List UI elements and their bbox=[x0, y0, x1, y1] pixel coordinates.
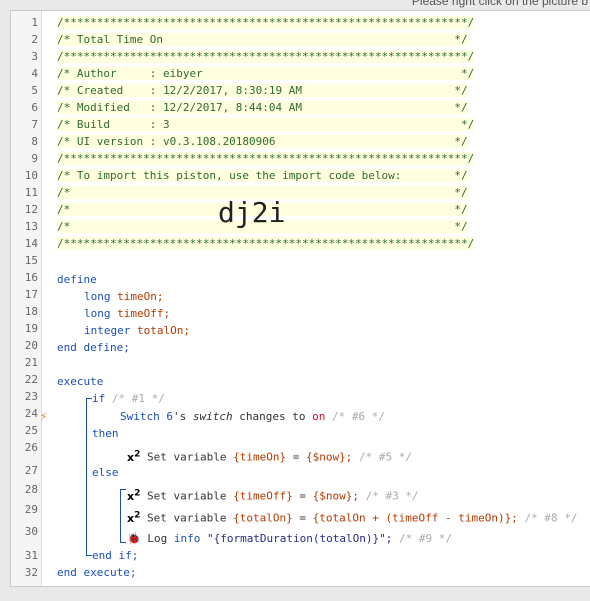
line-number: 16 bbox=[24, 271, 38, 284]
line-number: 20 bbox=[24, 339, 38, 352]
execute-keyword[interactable]: execute bbox=[57, 375, 103, 388]
end-execute-keyword[interactable]: end execute; bbox=[57, 566, 136, 579]
header-stars: /***************************************… bbox=[57, 152, 475, 165]
header-stars: /***************************************… bbox=[57, 237, 475, 250]
header-modified: /* Modified : 12/2/2017, 8:44:04 AM */ bbox=[57, 101, 468, 114]
x2-icon: x2 bbox=[127, 510, 141, 525]
line-number: 28 bbox=[24, 483, 38, 496]
line-number: 6 bbox=[31, 101, 38, 114]
var-decl-timeoff[interactable]: long timeOff; bbox=[84, 307, 170, 320]
line-number: 2 bbox=[31, 33, 38, 46]
line-number: 23 bbox=[24, 390, 38, 403]
line-number: 30 bbox=[24, 525, 38, 538]
line-number: 1 bbox=[31, 16, 38, 29]
else-block-bracket-top bbox=[120, 489, 126, 490]
set-timeon-action[interactable]: x2 Set variable {timeOn} = {$now}; /* #5… bbox=[127, 449, 412, 464]
log-action[interactable]: 🐞 Log info "{formatDuration(totalOn)}"; … bbox=[127, 532, 452, 545]
line-number: 3 bbox=[31, 50, 38, 63]
header-build: /* Build : 3 */ bbox=[57, 118, 475, 131]
line-number: 22 bbox=[24, 373, 38, 386]
line-number: 15 bbox=[24, 254, 38, 267]
line-number: 18 bbox=[24, 305, 38, 318]
line-number: 11 bbox=[24, 186, 38, 199]
end-if-keyword[interactable]: end if; bbox=[92, 549, 138, 562]
piston-code-panel: 1 2 3 4 5 6 7 8 9 10 11 12 13 14 15 16 17 18 19 20 21 22 23 24 2… bbox=[10, 10, 590, 587]
header-stars: /***************************************… bbox=[57, 16, 475, 29]
line-number: 14 bbox=[24, 237, 38, 250]
line-number: 21 bbox=[24, 356, 38, 369]
line-number: 8 bbox=[31, 135, 38, 148]
if-block-bracket bbox=[86, 398, 87, 555]
set-timeoff-action[interactable]: x2 Set variable {timeOff} = {$now}; /* #… bbox=[127, 488, 419, 503]
line-number: 17 bbox=[24, 288, 38, 301]
end-define-keyword[interactable]: end define; bbox=[57, 341, 130, 354]
header-author: /* Author : eibyer */ bbox=[57, 67, 475, 80]
import-code[interactable]: dj2i bbox=[218, 196, 285, 229]
line-number: 31 bbox=[24, 549, 38, 562]
x2-icon: x2 bbox=[127, 488, 141, 503]
line-number: 24 bbox=[24, 407, 38, 420]
header-import-note: /* To import this piston, use the import… bbox=[57, 169, 468, 182]
line-number: 25 bbox=[24, 424, 38, 437]
switch-condition[interactable]: Switch 6's switch changes to on /* #6 */ bbox=[120, 410, 385, 423]
else-block-bracket bbox=[120, 489, 121, 542]
var-decl-totalon[interactable]: integer totalOn; bbox=[84, 324, 190, 337]
x2-icon: x2 bbox=[127, 449, 141, 464]
top-hint-bar: Please right click on the picture b bbox=[0, 0, 590, 8]
bug-icon: 🐞 bbox=[127, 532, 141, 545]
define-keyword[interactable]: define bbox=[57, 273, 97, 286]
if-statement[interactable]: if /* #1 */ bbox=[92, 392, 165, 405]
line-number: 4 bbox=[31, 67, 38, 80]
line-number: 27 bbox=[24, 464, 38, 477]
else-keyword[interactable]: else bbox=[92, 466, 119, 479]
then-keyword[interactable]: then bbox=[92, 427, 119, 440]
header-stars: /***************************************… bbox=[57, 50, 475, 63]
flash-icon: ⚡ bbox=[40, 409, 48, 423]
line-number: 13 bbox=[24, 220, 38, 233]
line-number: 26 bbox=[24, 441, 38, 454]
line-number: 19 bbox=[24, 322, 38, 335]
else-block-bracket-bottom bbox=[120, 542, 126, 543]
header-ui-version: /* UI version : v0.3.108.20180906 */ bbox=[57, 135, 468, 148]
line-number: 32 bbox=[24, 566, 38, 579]
line-number: 10 bbox=[24, 169, 38, 182]
var-decl-timeon[interactable]: long timeOn; bbox=[84, 290, 163, 303]
line-number: 7 bbox=[31, 118, 38, 131]
header-title: /* Total Time On */ bbox=[57, 33, 468, 46]
line-number: 5 bbox=[31, 84, 38, 97]
line-number: 12 bbox=[24, 203, 38, 216]
line-number: 29 bbox=[24, 503, 38, 516]
line-number: 9 bbox=[31, 152, 38, 165]
header-created: /* Created : 12/2/2017, 8:30:19 AM */ bbox=[57, 84, 468, 97]
right-click-hint: Please right click on the picture b bbox=[411, 0, 588, 8]
set-totalon-action[interactable]: x2 Set variable {totalOn} = {totalOn + (… bbox=[127, 510, 578, 525]
